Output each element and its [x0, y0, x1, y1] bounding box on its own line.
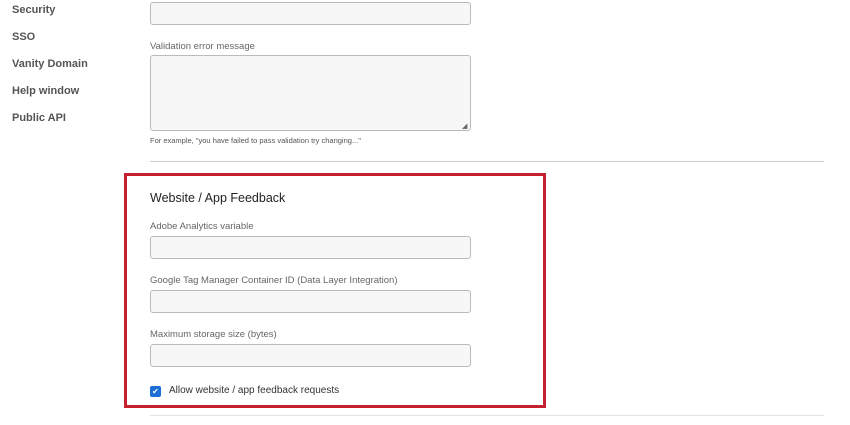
gtm-container-label: Google Tag Manager Container ID (Data La…	[150, 275, 398, 286]
sidebar-item-help-window[interactable]: Help window	[12, 85, 79, 97]
validation-hint: For example, "you have failed to pass va…	[150, 136, 361, 145]
adobe-analytics-label: Adobe Analytics variable	[150, 221, 254, 232]
allow-feedback-checkbox[interactable]: ✔	[150, 386, 161, 397]
validation-error-label: Validation error message	[150, 41, 255, 52]
section-divider	[150, 161, 824, 162]
validation-error-textarea[interactable]	[150, 55, 471, 131]
allow-feedback-label[interactable]: Allow website / app feedback requests	[169, 385, 339, 396]
validation-regex-input[interactable]	[150, 2, 471, 25]
resize-grip-icon[interactable]: ◢	[462, 122, 467, 130]
bottom-divider	[150, 415, 824, 416]
sidebar-item-security[interactable]: Security	[12, 4, 55, 16]
check-icon: ✔	[152, 387, 159, 396]
max-storage-label: Maximum storage size (bytes)	[150, 329, 277, 340]
sidebar-item-vanity-domain[interactable]: Vanity Domain	[12, 58, 88, 70]
section-title: Website / App Feedback	[150, 191, 286, 205]
sidebar-item-sso[interactable]: SSO	[12, 31, 35, 43]
gtm-container-input[interactable]	[150, 290, 471, 313]
max-storage-input[interactable]	[150, 344, 471, 367]
adobe-analytics-input[interactable]	[150, 236, 471, 259]
sidebar-item-public-api[interactable]: Public API	[12, 112, 66, 124]
